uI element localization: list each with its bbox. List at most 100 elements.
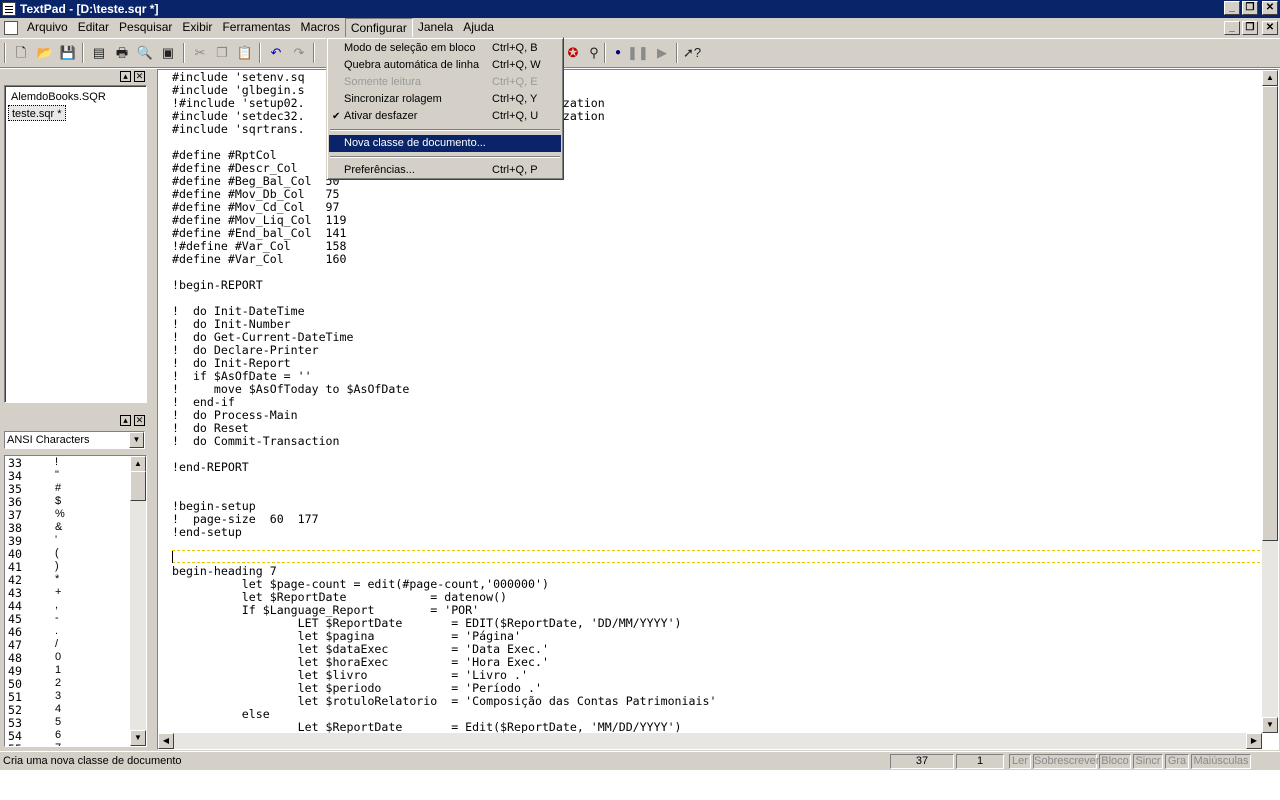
toolbar-grip	[4, 43, 6, 63]
clip-list-scrollbar[interactable]: ▲ ▼	[130, 456, 146, 746]
character-row[interactable]: 44,	[5, 599, 146, 613]
document-close-button[interactable]: ✕	[1262, 21, 1278, 35]
menu-editar[interactable]: Editar	[73, 18, 114, 38]
configurar-menu-item[interactable]: Nova classe de documento...	[329, 135, 561, 152]
character-row[interactable]: 51 3	[5, 690, 146, 704]
menu-exibir[interactable]: Exibir	[177, 18, 217, 38]
print-preview-icon[interactable]: 🔍	[135, 44, 155, 62]
panel-float-button[interactable]: ▴	[120, 71, 131, 82]
code-line[interactable]: ! do Process-Main	[172, 409, 716, 422]
configurar-menu-item[interactable]: Sincronizar rolagem Ctrl+Q, Y	[329, 91, 561, 108]
chevron-down-icon[interactable]: ▼	[129, 432, 144, 448]
clip-library-select[interactable]: ANSI Characters ▼	[4, 431, 145, 449]
character-row[interactable]: 37%	[5, 508, 146, 522]
character-row[interactable]: 40(	[5, 547, 146, 561]
code-line[interactable]: #define #Var_Col 160	[172, 253, 716, 266]
menu-ajuda[interactable]: Ajuda	[458, 18, 499, 38]
print-icon[interactable]: 🖶	[112, 44, 132, 62]
document-list-item[interactable]: AlemdoBooks.SQR	[8, 89, 143, 105]
character-row[interactable]: 34 "	[5, 469, 146, 483]
menu-ferramentas[interactable]: Ferramentas	[217, 18, 295, 38]
character-glyph: 0	[55, 651, 62, 663]
character-row[interactable]: 53 5	[5, 716, 146, 730]
editor-horizontal-scrollbar[interactable]: ◀ ▶	[158, 733, 1262, 749]
undo-icon[interactable]: ↶	[266, 44, 286, 62]
menu-pesquisar[interactable]: Pesquisar	[114, 18, 177, 38]
character-row[interactable]: 45-	[5, 612, 146, 626]
close-button[interactable]: ✕	[1262, 1, 1278, 15]
record-macro-icon[interactable]: ●	[608, 44, 628, 62]
code-line[interactable]	[172, 539, 716, 552]
code-line[interactable]: ! page-size 60 177	[172, 513, 716, 526]
open-folder-icon[interactable]: 📂	[35, 44, 55, 62]
character-row[interactable]: 41)	[5, 560, 146, 574]
copy-icon[interactable]: ❐	[212, 44, 232, 62]
vertical-scroll-thumb[interactable]	[1262, 86, 1278, 541]
scroll-down-arrow-icon[interactable]: ▼	[130, 730, 146, 746]
scroll-left-arrow-icon[interactable]: ◀	[158, 733, 174, 749]
character-row[interactable]: 39 '	[5, 534, 146, 548]
menu-separator	[330, 129, 560, 131]
code-line[interactable]: !begin-REPORT	[172, 279, 716, 292]
clip-panel-close-button[interactable]: ✕	[134, 415, 145, 426]
scroll-up-arrow-icon[interactable]: ▲	[1262, 70, 1278, 86]
textpad-app-icon[interactable]	[2, 2, 16, 16]
cut-icon[interactable]: ✂	[190, 44, 210, 62]
document-system-menu-icon[interactable]	[4, 21, 18, 35]
character-glyph: '	[55, 534, 58, 546]
save-icon[interactable]: 💾	[58, 44, 78, 62]
code-line[interactable]: ! move $AsOfToday to $AsOfDate	[172, 383, 716, 396]
clip-panel-float-button[interactable]: ▴	[120, 415, 131, 426]
context-help-icon[interactable]: ➚?	[682, 44, 702, 62]
new-file-icon[interactable]: 🗋	[11, 44, 31, 62]
play-macro-icon[interactable]: ▶	[652, 44, 672, 62]
pause-macro-icon[interactable]: ❚❚	[627, 44, 649, 62]
save-all-icon[interactable]: ▤	[89, 44, 109, 62]
document-minimize-button[interactable]: _	[1224, 21, 1240, 35]
character-row[interactable]: 50 2	[5, 677, 146, 691]
document-list: AlemdoBooks.SQR teste.sqr *	[8, 89, 143, 121]
document-properties-icon[interactable]: ▣	[158, 44, 178, 62]
code-line[interactable]: !end-setup	[172, 526, 716, 539]
character-row[interactable]: 35 #	[5, 482, 146, 496]
document-restore-button[interactable]: ❐	[1242, 21, 1258, 35]
editor-vertical-scrollbar[interactable]: ▲ ▼	[1262, 70, 1278, 733]
menu-configurar[interactable]: Configurar	[344, 18, 413, 38]
character-row[interactable]: 55 7	[5, 742, 146, 746]
menu-janela[interactable]: Janela	[413, 18, 458, 38]
character-row[interactable]: 38 &	[5, 521, 146, 535]
menu-macros[interactable]: Macros	[295, 18, 344, 38]
find-in-files-icon[interactable]: ✪	[563, 44, 583, 62]
code-line[interactable]	[172, 474, 716, 487]
panel-close-button[interactable]: ✕	[134, 71, 145, 82]
character-row[interactable]: 52 4	[5, 703, 146, 717]
document-list-item[interactable]: teste.sqr *	[8, 105, 66, 121]
restore-button[interactable]: ❐	[1242, 1, 1258, 15]
character-row[interactable]: 36 $	[5, 495, 146, 509]
character-row[interactable]: 48 0	[5, 651, 146, 665]
code-line[interactable]	[172, 448, 716, 461]
character-row[interactable]: 47/	[5, 638, 146, 652]
character-row[interactable]: 49 1	[5, 664, 146, 678]
configurar-menu-item[interactable]: ✔ Ativar desfazer Ctrl+Q, U	[329, 108, 561, 125]
character-row[interactable]: 33!	[5, 456, 146, 470]
paste-icon[interactable]: 📋	[235, 44, 255, 62]
character-row[interactable]: 46.	[5, 625, 146, 639]
binoculars-icon[interactable]: ⚲	[584, 44, 604, 62]
minimize-button[interactable]: _	[1224, 1, 1240, 15]
code-line[interactable]: ! do Commit-Transaction	[172, 435, 716, 448]
scroll-down-arrow-icon[interactable]: ▼	[1262, 717, 1278, 733]
scroll-thumb[interactable]	[130, 471, 146, 501]
configurar-menu-item[interactable]: Somente leitura Ctrl+Q, E	[329, 74, 561, 91]
redo-icon[interactable]: ↷	[289, 44, 309, 62]
configurar-menu-item[interactable]: Preferências... Ctrl+Q, P	[329, 162, 561, 179]
character-row[interactable]: 54 6	[5, 729, 146, 743]
configurar-menu-item[interactable]: Modo de seleção em bloco Ctrl+Q, B	[329, 40, 561, 57]
character-row[interactable]: 42 *	[5, 573, 146, 587]
menu-arquivo[interactable]: Arquivo	[22, 18, 73, 38]
scroll-up-arrow-icon[interactable]: ▲	[130, 456, 146, 472]
character-row[interactable]: 43 +	[5, 586, 146, 600]
configurar-menu-item[interactable]: Quebra automática de linha Ctrl+Q, W	[329, 57, 561, 74]
code-line[interactable]: !end-REPORT	[172, 461, 716, 474]
scroll-right-arrow-icon[interactable]: ▶	[1246, 733, 1262, 749]
